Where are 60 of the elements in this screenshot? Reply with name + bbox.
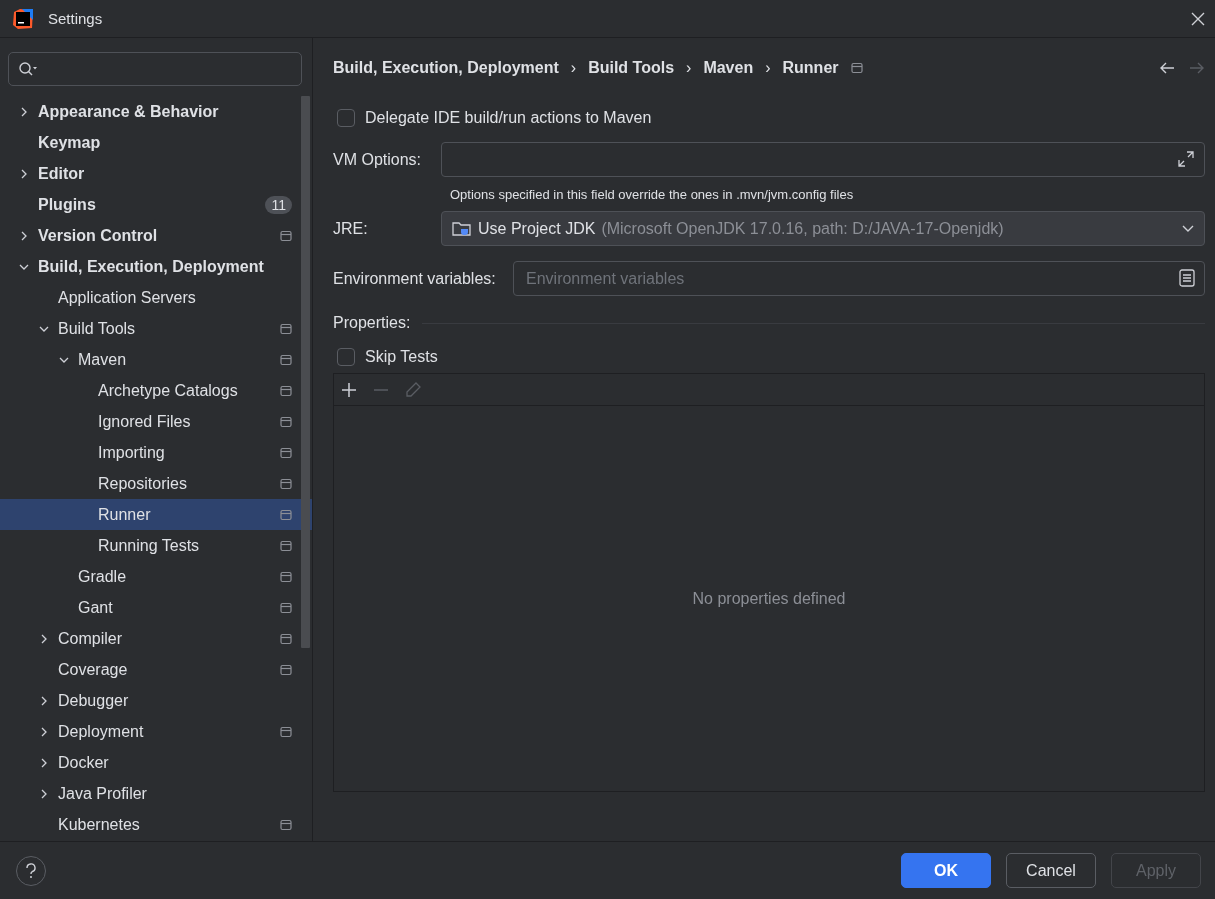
search-field[interactable] (8, 52, 302, 86)
document-icon[interactable] (1179, 269, 1195, 287)
tree-item[interactable]: Build, Execution, Deployment (0, 251, 312, 282)
tree-item[interactable]: Runner (0, 499, 312, 530)
back-arrow-icon[interactable] (1159, 61, 1175, 75)
tree-item[interactable]: Docker (0, 747, 312, 778)
tree-item[interactable]: Deployment (0, 716, 312, 747)
checkbox-label: Delegate IDE build/run actions to Maven (365, 109, 652, 127)
empty-state-text: No properties defined (692, 589, 846, 608)
breadcrumb-item[interactable]: Build Tools (588, 59, 675, 77)
tree-item[interactable]: Coverage (0, 654, 312, 685)
hint-text: Options specified in this field override the ones in .mvn/jvm.config files (450, 187, 855, 202)
tree-item[interactable]: Editor (0, 158, 312, 189)
tree-item[interactable]: Application Servers (0, 282, 312, 313)
tree-item[interactable]: Gradle (0, 561, 312, 592)
tree-item[interactable]: Maven (0, 344, 312, 375)
add-icon[interactable] (340, 380, 358, 399)
tree-item[interactable]: Running Tests (0, 530, 312, 561)
section-title: Properties: (333, 314, 411, 332)
tree-item[interactable]: Build Tools (0, 313, 312, 344)
tree-item[interactable]: Kubernetes (0, 809, 312, 840)
tree-item[interactable]: Archetype Catalogs (0, 375, 312, 406)
tree-item[interactable]: Keymap (0, 127, 312, 158)
window-title: Settings (48, 10, 104, 27)
checkbox[interactable] (337, 348, 355, 366)
expand-icon[interactable] (1177, 150, 1195, 168)
dialog-button[interactable]: OK (901, 853, 991, 888)
scrollbar-thumb[interactable] (301, 96, 310, 648)
app-logo-icon (12, 7, 34, 30)
breadcrumb-item[interactable]: Runner (782, 59, 839, 77)
tree-item[interactable]: Version Control (0, 220, 312, 251)
tree-item[interactable]: Gant (0, 592, 312, 623)
tree-item[interactable]: Java Profiler (0, 778, 312, 809)
tree-item[interactable]: Repositories (0, 468, 312, 499)
breadcrumb-item[interactable]: Build, Execution, Deployment (333, 59, 559, 77)
tree-item[interactable]: Ignored Files (0, 406, 312, 437)
environment-variables-field[interactable]: Environment variables (513, 261, 1205, 296)
count-badge: 11 (265, 195, 292, 214)
dialog-button[interactable]: Cancel (1006, 853, 1096, 888)
question-mark-icon (25, 862, 37, 879)
folder-cup-icon (452, 219, 472, 238)
breadcrumb-separator: › (686, 59, 692, 77)
field-label: VM Options: (333, 150, 423, 169)
tree-item[interactable]: Appearance & Behavior (0, 96, 312, 127)
jre-dropdown[interactable]: Use Project JDK (Microsoft OpenJDK 17.0.16, path: D:/JAVA-17-Openjdk) (441, 211, 1205, 246)
close-icon[interactable] (1191, 11, 1205, 26)
breadcrumb-separator: › (765, 59, 771, 77)
field-label: Environment variables: (333, 269, 497, 288)
vm-options-field[interactable] (441, 142, 1205, 177)
tree-item[interactable]: Compiler (0, 623, 312, 654)
tree-item[interactable]: Plugins 11 (0, 189, 312, 220)
breadcrumb-item[interactable]: Maven (703, 59, 754, 77)
chevron-down-icon (1182, 224, 1194, 233)
tree-item[interactable]: Importing (0, 437, 312, 468)
field-label: JRE: (333, 219, 369, 238)
checkbox-label: Skip Tests (365, 348, 438, 366)
breadcrumb-separator: › (570, 59, 577, 77)
tree-item[interactable]: Debugger (0, 685, 312, 716)
checkbox[interactable] (337, 109, 355, 127)
search-icon (18, 61, 38, 77)
